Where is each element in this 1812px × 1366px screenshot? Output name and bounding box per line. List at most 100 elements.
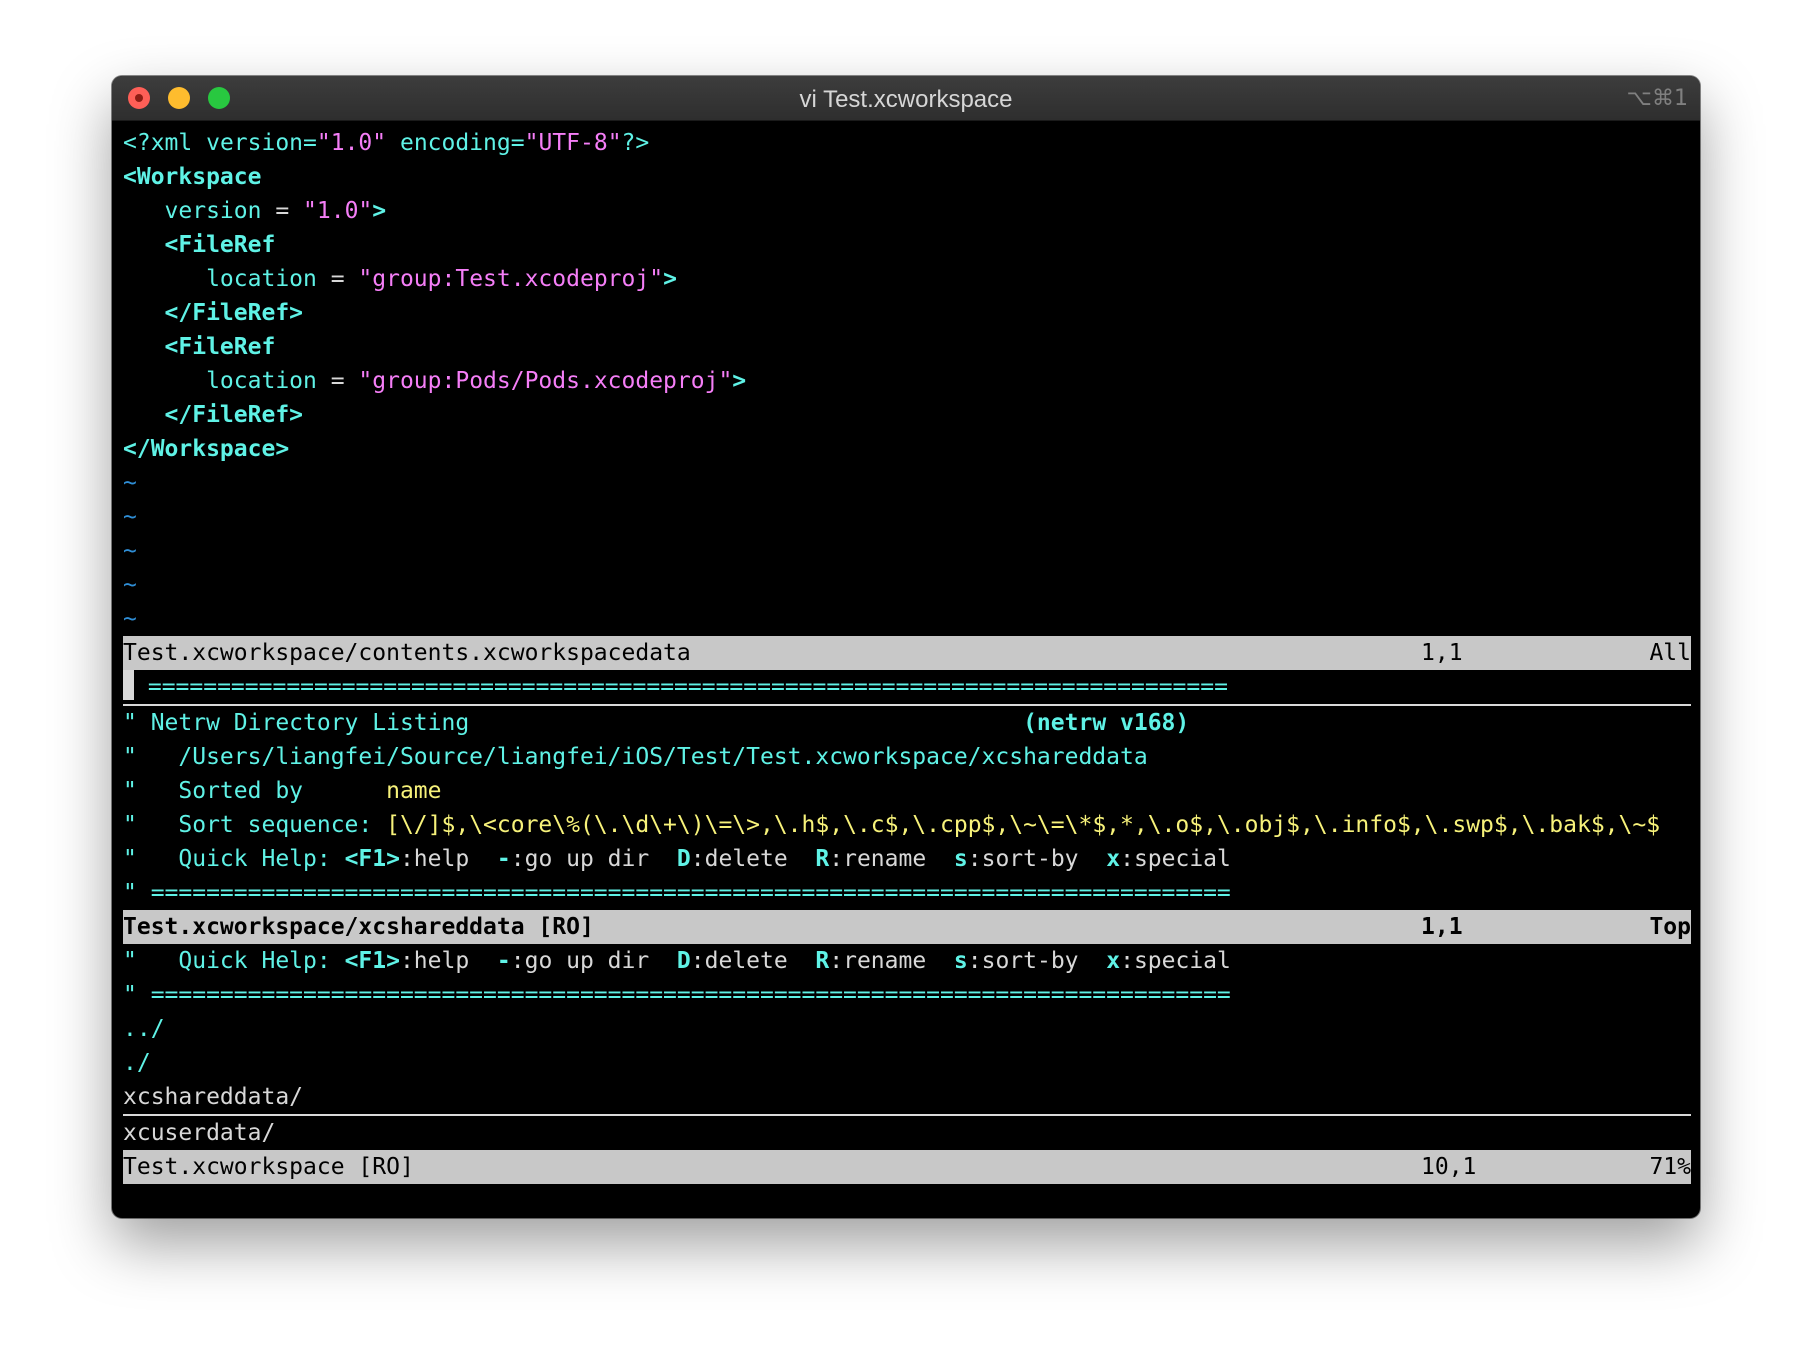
text-token: (netrw v168) [1023, 710, 1190, 736]
text-line[interactable]: <?xml version="1.0" encoding="UTF-8"?> [123, 126, 1691, 160]
terminal-window: vi Test.xcworkspace ⌥⌘1 <?xml version="1… [112, 76, 1700, 1218]
text-token: s [953, 846, 968, 872]
text-line[interactable]: ~ [123, 568, 1691, 602]
text-token: ?> [621, 130, 650, 156]
title-bar[interactable]: vi Test.xcworkspace ⌥⌘1 [112, 76, 1700, 121]
text-token: " ======================================… [123, 880, 1231, 906]
text-token: ~ [123, 470, 137, 496]
text-token: xcshareddata/ [123, 1084, 304, 1110]
text-token: - [496, 846, 511, 872]
text-line[interactable]: location = "group:Pods/Pods.xcodeproj"> [123, 364, 1691, 398]
text-token: "group:Test.xcodeproj" [358, 266, 664, 292]
text-token: R [815, 846, 830, 872]
text-token: " Quick Help: [123, 846, 345, 872]
top-status-line: Test.xcworkspace/contents.xcworkspacedat… [123, 636, 1691, 670]
top-buffer[interactable]: <?xml version="1.0" encoding="UTF-8"?> <W… [123, 126, 1691, 636]
status-filename: Test.xcworkspace/xcshareddata [RO] [123, 914, 594, 940]
text-token: x [1106, 948, 1121, 974]
netrw-rule: ========================================… [134, 674, 1228, 700]
text-token: ~ [123, 572, 137, 598]
text-line[interactable]: " Sorted by name [123, 774, 1691, 808]
text-token: </FileRef> [123, 300, 304, 326]
middle-status-line: Test.xcworkspace/xcshareddata [RO] 1,1 T… [123, 910, 1691, 944]
text-token: x [1106, 846, 1121, 872]
text-token: </FileRef> [123, 402, 304, 428]
text-token: ~ [123, 538, 137, 564]
text-token: encoding= [386, 130, 525, 156]
text-line[interactable]: " Quick Help: <F1>:help -:go up dir D:de… [123, 842, 1691, 876]
text-line[interactable]: " ======================================… [123, 876, 1691, 910]
text-line[interactable]: ~ [123, 602, 1691, 636]
text-token: - [496, 948, 511, 974]
text-line[interactable]: location = "group:Test.xcodeproj"> [123, 262, 1691, 296]
window-shortcut: ⌥⌘1 [1626, 86, 1688, 111]
text-line[interactable]: xcshareddata/ [123, 1080, 1691, 1116]
text-token: s [953, 948, 968, 974]
text-token: " Netrw Directory Listing [123, 710, 1024, 736]
text-line[interactable]: " ======================================… [123, 978, 1691, 1012]
text-token: " Sorted by [123, 778, 387, 804]
text-token: :go up dir [510, 846, 677, 872]
text-token: <FileRef [123, 232, 276, 258]
status-percent: All [1649, 640, 1691, 666]
text-line[interactable]: " Sort sequence: [\/]$,\<core\%(\.\d\+\)… [123, 808, 1691, 842]
text-token: <F1> [344, 948, 400, 974]
text-token: ../ [123, 1016, 165, 1042]
netrw-rule-line: ========================================… [123, 670, 1691, 706]
bottom-buffer[interactable]: " Quick Help: <F1>:help -:go up dir D:de… [123, 944, 1691, 1150]
text-token: D [676, 948, 691, 974]
text-token: " ======================================… [123, 982, 1231, 1008]
text-token: :sort-by [967, 846, 1107, 872]
text-line[interactable]: <FileRef [123, 330, 1691, 364]
text-line[interactable]: ~ [123, 466, 1691, 500]
text-token: location [123, 368, 331, 394]
text-token: "1.0" [303, 198, 373, 224]
text-token: </Workspace> [123, 436, 290, 462]
text-token: xcuserdata/ [123, 1120, 276, 1146]
text-line[interactable]: version = "1.0"> [123, 194, 1691, 228]
text-line[interactable]: </FileRef> [123, 296, 1691, 330]
text-token: "UTF-8" [524, 130, 622, 156]
text-token: <Workspace [123, 164, 262, 190]
text-token: :go up dir [510, 948, 677, 974]
status-percent: Top [1649, 914, 1691, 940]
status-percent: 71% [1649, 1154, 1691, 1180]
text-token: <F1> [344, 846, 400, 872]
text-token: " /Users/liangfei/Source/liangfei/iOS/Te… [123, 744, 1148, 770]
text-token: version= [206, 130, 317, 156]
text-line[interactable]: </FileRef> [123, 398, 1691, 432]
text-token: :special [1120, 846, 1231, 872]
status-filename: Test.xcworkspace [RO] [123, 1154, 414, 1180]
text-line[interactable]: ../ [123, 1012, 1691, 1046]
text-token: :rename [829, 948, 954, 974]
status-position: 10,1 [1421, 1154, 1477, 1180]
text-line[interactable]: " Netrw Directory Listing (netrw v168) [123, 706, 1691, 740]
middle-buffer[interactable]: " Netrw Directory Listing (netrw v168) " … [123, 706, 1691, 910]
text-line[interactable]: " Quick Help: <F1>:help -:go up dir D:de… [123, 944, 1691, 978]
bottom-status-line: Test.xcworkspace [RO] 10,1 71% [123, 1150, 1691, 1184]
terminal-content[interactable]: <?xml version="1.0" encoding="UTF-8"?> <W… [123, 126, 1691, 1184]
text-token: "group:Pods/Pods.xcodeproj" [358, 368, 733, 394]
cursor [123, 670, 134, 700]
text-line[interactable]: " /Users/liangfei/Source/liangfei/iOS/Te… [123, 740, 1691, 774]
text-token: version [123, 198, 276, 224]
text-line[interactable]: </Workspace> [123, 432, 1691, 466]
text-token: name [386, 778, 442, 804]
text-line[interactable]: ./ [123, 1046, 1691, 1080]
text-token: ~ [123, 606, 137, 632]
status-position: 1,1 [1421, 914, 1463, 940]
text-token: = [330, 368, 359, 394]
text-token: :help [399, 948, 497, 974]
text-token: > [732, 368, 747, 394]
text-token: " Quick Help: [123, 948, 345, 974]
text-token: :delete [690, 846, 816, 872]
text-line[interactable]: <FileRef [123, 228, 1691, 262]
text-token: = [275, 198, 304, 224]
text-token: :rename [829, 846, 954, 872]
text-line[interactable]: ~ [123, 534, 1691, 568]
text-line[interactable]: <Workspace [123, 160, 1691, 194]
text-line[interactable]: ~ [123, 500, 1691, 534]
text-token: " Sort sequence: [123, 812, 387, 838]
text-token: :special [1120, 948, 1231, 974]
text-line[interactable]: xcuserdata/ [123, 1116, 1691, 1150]
